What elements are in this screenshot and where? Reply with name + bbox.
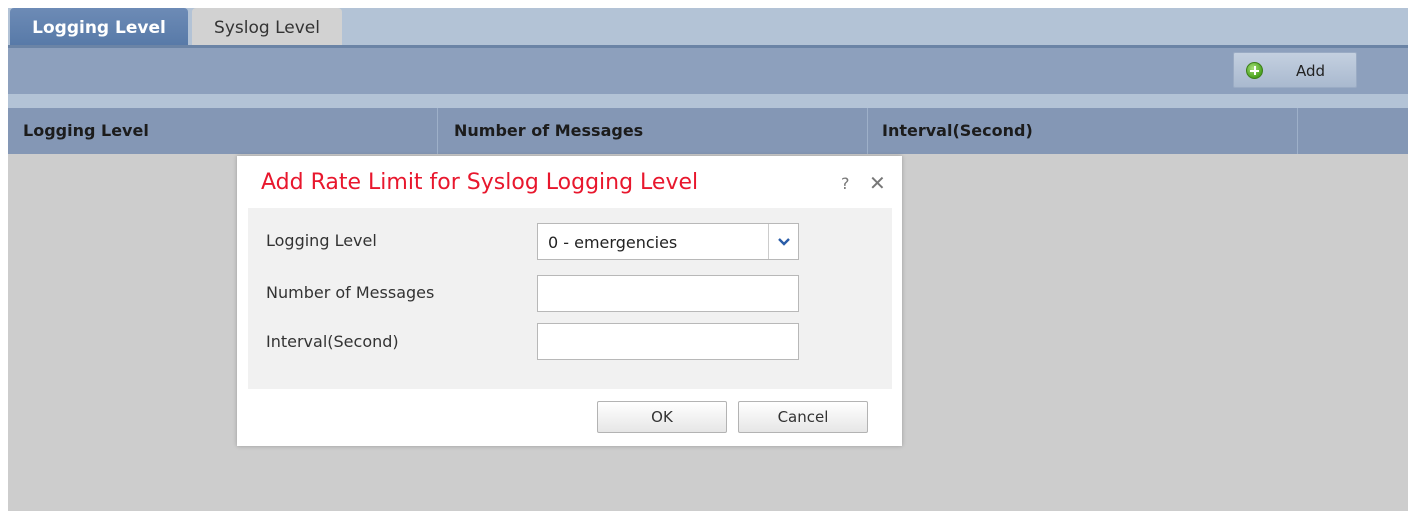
dialog-form: Logging Level 0 - emergencies Number of … [248,208,892,389]
logging-level-select[interactable]: 0 - emergencies [537,223,799,260]
chevron-down-icon[interactable] [768,224,798,259]
interval-input[interactable] [537,323,799,360]
tab-logging-level[interactable]: Logging Level [10,8,188,45]
table-header: Logging Level Number of Messages Interva… [8,108,1408,154]
tab-syslog-level[interactable]: Syslog Level [192,8,342,45]
ok-button[interactable]: OK [597,401,727,433]
add-button[interactable]: Add [1233,52,1357,88]
toolbar: Add [8,48,1408,94]
help-icon[interactable]: ? [841,174,850,193]
column-header-number-of-messages[interactable]: Number of Messages [438,108,868,154]
logging-level-label: Logging Level [266,231,377,250]
cancel-button[interactable]: Cancel [738,401,868,433]
column-header-interval[interactable]: Interval(Second) [868,108,1298,154]
app-window: Logging Level Syslog Level Add Logging L… [8,8,1408,511]
add-rate-limit-dialog: Add Rate Limit for Syslog Logging Level … [237,156,902,446]
dialog-title: Add Rate Limit for Syslog Logging Level [261,170,699,195]
interval-label: Interval(Second) [266,332,399,351]
add-circle-icon [1246,62,1263,79]
tab-strip: Logging Level Syslog Level [8,8,1408,48]
column-header-logging-level[interactable]: Logging Level [8,108,438,154]
close-icon[interactable]: ✕ [869,171,886,195]
number-of-messages-label: Number of Messages [266,283,435,302]
logging-level-select-value: 0 - emergencies [548,233,678,252]
toolbar-separator [8,94,1408,108]
column-header-extra [1298,108,1408,154]
add-button-label: Add [1296,62,1326,80]
number-of-messages-input[interactable] [537,275,799,312]
